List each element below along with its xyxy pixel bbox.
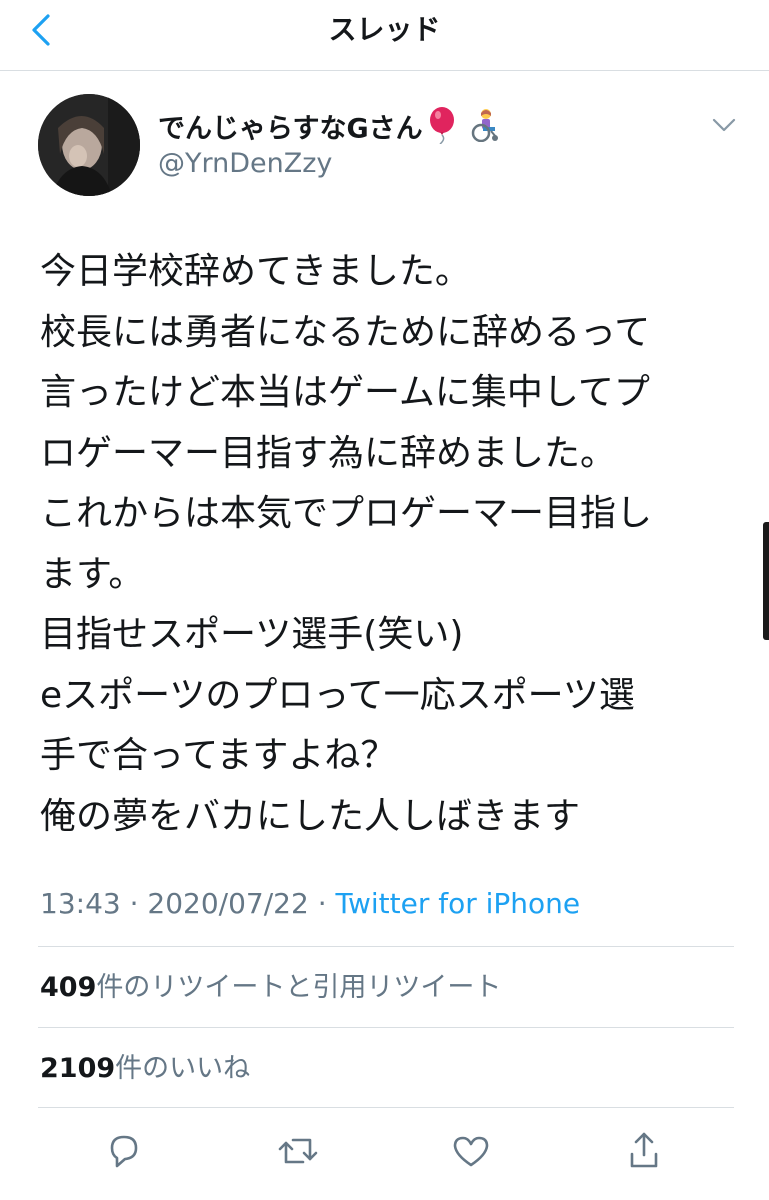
divider xyxy=(38,1027,734,1028)
divider xyxy=(38,1107,734,1108)
divider xyxy=(38,946,734,947)
tweet-line: 目指せスポーツ選手(笑い) xyxy=(40,614,464,655)
tweet-line: これからは本気でプロゲーマー目指し xyxy=(40,493,653,534)
tweet-line: 今日学校辞めてきました。 xyxy=(40,251,471,292)
likes-count: 2109 xyxy=(40,1053,116,1084)
retweet-icon xyxy=(278,1138,318,1164)
chevron-down-icon xyxy=(712,118,736,132)
tweet-text: 今日学校辞めてきました。 校長には勇者になるために辞めるって 言ったけど本当はゲ… xyxy=(40,242,740,847)
like-icon xyxy=(453,1136,489,1167)
person-in-wheelchair-icon xyxy=(467,108,501,152)
reply-icon xyxy=(110,1135,138,1168)
balloon-icon xyxy=(427,106,457,154)
tweet-line: 言ったけど本当はゲームに集中してプ xyxy=(40,372,650,413)
tweet-time: 13:43 xyxy=(40,887,121,920)
more-options-button[interactable] xyxy=(706,110,742,140)
tweet-line: ます。 xyxy=(40,553,145,595)
like-button[interactable] xyxy=(446,1126,496,1176)
meta-separator: · xyxy=(120,887,148,920)
tweet-line: 校長には勇者になるために辞めるって xyxy=(40,311,651,353)
retweets-stat[interactable]: 409件のリツイートと引用リツイート xyxy=(40,968,501,1008)
tweet-line: ロゲーマー目指す為に辞めました。 xyxy=(40,432,617,474)
likes-label: 件のいいね xyxy=(115,1053,251,1084)
reply-button[interactable] xyxy=(99,1126,149,1176)
device-edge xyxy=(763,522,769,640)
likes-stat[interactable]: 2109件のいいね xyxy=(40,1049,250,1089)
retweets-count: 409 xyxy=(40,972,97,1003)
retweet-button[interactable] xyxy=(273,1126,323,1176)
author-handle[interactable]: @YrnDenZzy xyxy=(158,146,332,182)
retweets-label: 件のリツイートと引用リツイート xyxy=(96,972,502,1003)
tweet-line: eスポーツのプロって一応スポーツ選 xyxy=(40,674,635,716)
avatar[interactable] xyxy=(38,94,140,196)
share-icon xyxy=(630,1132,658,1168)
navigation-bar: スレッド xyxy=(0,0,769,71)
tweet-meta: 13:43 · 2020/07/22 · Twitter for iPhone xyxy=(40,884,580,924)
share-button[interactable] xyxy=(619,1126,669,1176)
tweet-date: 2020/07/22 xyxy=(147,887,309,920)
tweet-line: 俺の夢をバカにした人しばきます xyxy=(40,795,581,837)
tweet-line: 手で合ってますよね？ xyxy=(40,735,397,776)
display-name-text: でんじゃらすなGさん xyxy=(158,113,423,145)
tweet-source-link[interactable]: Twitter for iPhone xyxy=(336,887,581,920)
avatar-photo xyxy=(38,94,140,196)
page-title: スレッド xyxy=(328,13,441,46)
meta-separator: · xyxy=(308,887,336,920)
